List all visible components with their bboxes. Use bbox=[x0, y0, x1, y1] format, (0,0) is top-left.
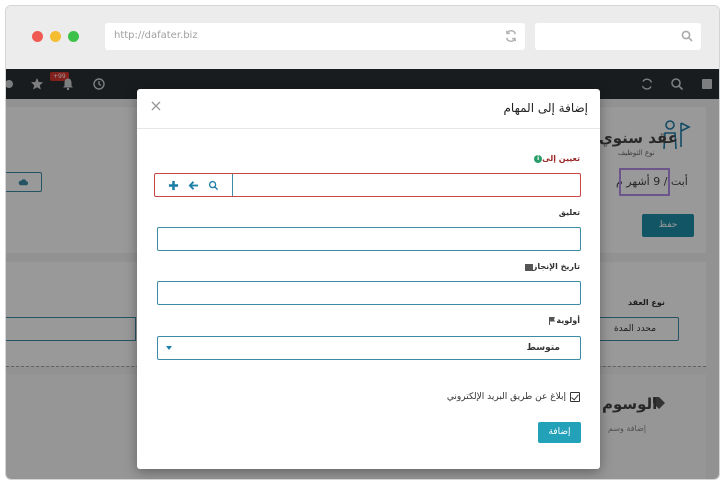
browser-toolbar: http://dafater.biz bbox=[6, 6, 719, 69]
priority-label: أولوية bbox=[545, 316, 580, 325]
calendar-icon bbox=[524, 263, 533, 271]
maximize-window-button[interactable] bbox=[68, 31, 79, 42]
reload-icon[interactable] bbox=[504, 29, 518, 43]
priority-label-text: أولوية bbox=[556, 316, 580, 325]
search-icon[interactable] bbox=[208, 180, 219, 191]
assign-tools bbox=[155, 174, 233, 196]
assign-to-label: تعيين إلىi bbox=[531, 154, 580, 163]
add-task-modal: إضافة إلى المهام × تعيين إلىi تعليق تاري… bbox=[137, 89, 600, 469]
minimize-window-button[interactable] bbox=[50, 31, 61, 42]
comment-label: تعليق bbox=[558, 208, 580, 217]
info-icon: i bbox=[534, 154, 543, 163]
email-notify-label: إبلاغ عن طريق البريد الإلكتروني bbox=[446, 392, 566, 402]
add-button[interactable]: إضافة bbox=[538, 422, 581, 443]
address-bar[interactable]: http://dafater.biz bbox=[105, 23, 525, 50]
email-notify-row[interactable]: إبلاغ عن طريق البريد الإلكتروني bbox=[447, 392, 580, 402]
app-background: +99 عقد سنوي نوع التوظيف أبت / 9 أشهر م … bbox=[6, 69, 719, 479]
browser-search-bar[interactable] bbox=[535, 23, 701, 50]
priority-selected-value: متوسط bbox=[526, 343, 560, 353]
arrow-left-icon[interactable] bbox=[188, 180, 199, 191]
search-icon bbox=[681, 30, 693, 42]
modal-header: إضافة إلى المهام × bbox=[137, 89, 600, 129]
add-button-label: إضافة bbox=[548, 427, 571, 437]
close-window-button[interactable] bbox=[32, 31, 43, 42]
comment-input[interactable] bbox=[157, 227, 581, 251]
due-date-label: تاريخ الإنجاز bbox=[522, 262, 580, 271]
browser-window: http://dafater.biz +99 عقد سنوي نوع التو… bbox=[6, 6, 719, 479]
url-text: http://dafater.biz bbox=[114, 30, 198, 41]
close-icon[interactable]: × bbox=[149, 98, 163, 114]
priority-select[interactable]: متوسط bbox=[157, 336, 581, 360]
assign-to-input[interactable] bbox=[154, 173, 581, 197]
chevron-down-icon[interactable] bbox=[166, 346, 172, 350]
due-date-input[interactable] bbox=[157, 281, 581, 305]
due-date-label-text: تاريخ الإنجاز bbox=[532, 262, 580, 271]
modal-title: إضافة إلى المهام bbox=[503, 101, 588, 115]
plus-icon[interactable] bbox=[168, 180, 179, 191]
email-notify-checkbox[interactable] bbox=[570, 392, 580, 402]
assign-to-label-text: تعيين إلى bbox=[542, 154, 580, 163]
